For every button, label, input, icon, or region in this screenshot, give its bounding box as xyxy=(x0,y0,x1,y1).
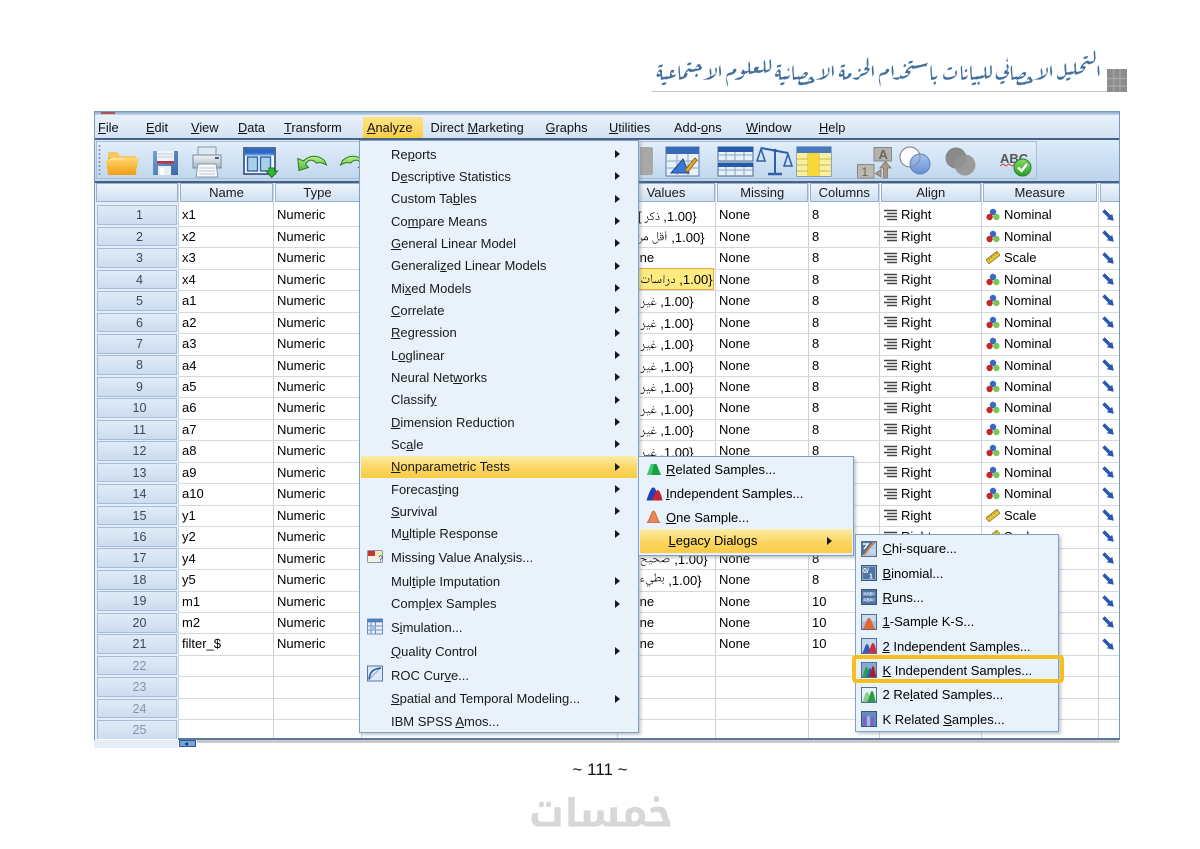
svg-text:1: 1 xyxy=(862,165,869,179)
svg-text:1: 1 xyxy=(869,573,873,580)
svg-text:0/: 0/ xyxy=(863,568,869,575)
svg-text:AAB: AAB xyxy=(864,592,873,597)
svg-text:?: ? xyxy=(378,554,383,563)
svg-text:ABA: ABA xyxy=(864,598,874,603)
svg-text:A: A xyxy=(879,147,889,162)
